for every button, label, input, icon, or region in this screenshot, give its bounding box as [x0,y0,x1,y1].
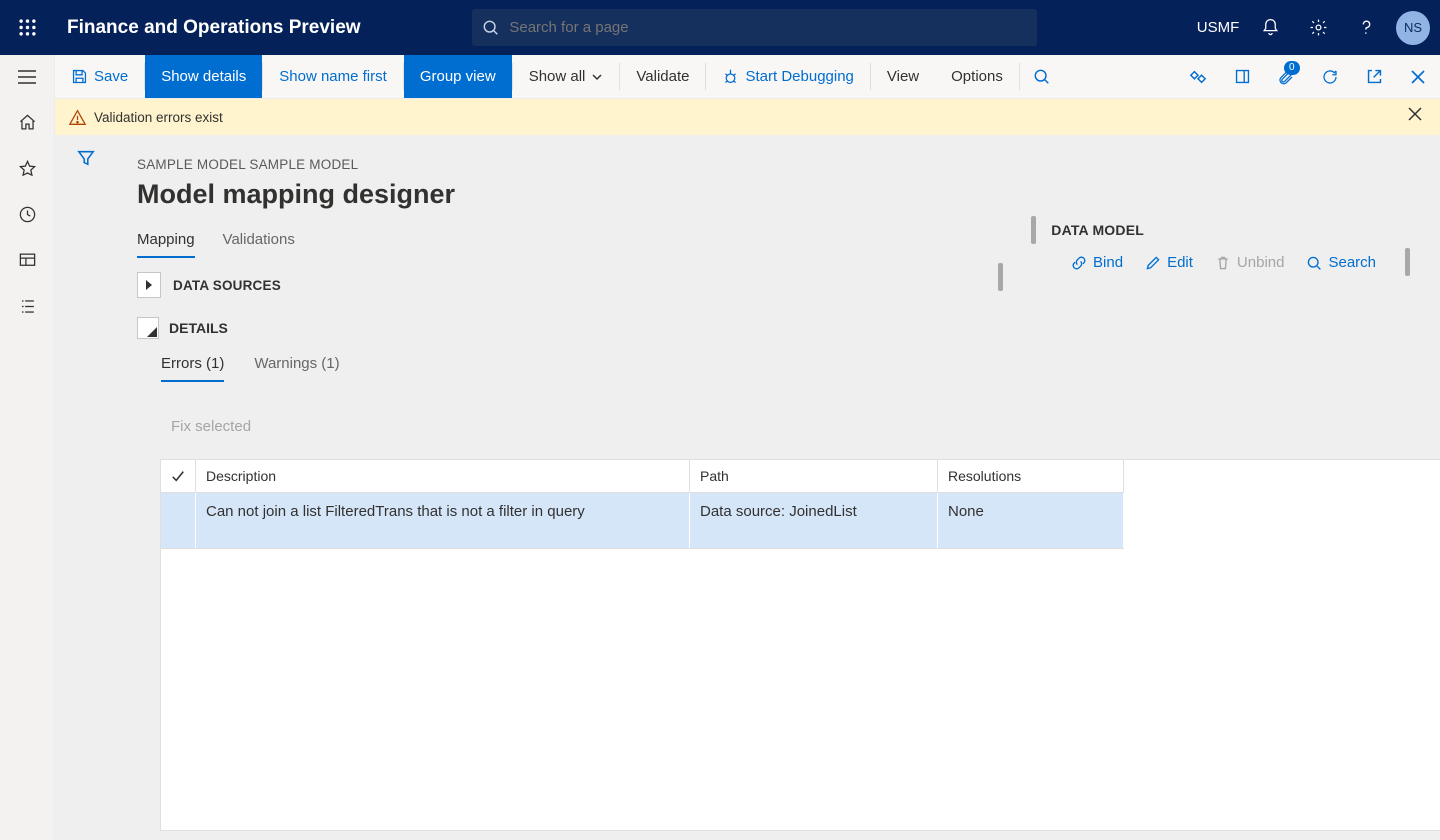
data-model-toolbar: Bind Edit Unbind Search [1071,254,1376,271]
details-tabs: Errors (1) Warnings (1) [161,355,340,382]
expand-data-sources-icon[interactable] [137,272,161,298]
chevron-down-icon [591,71,603,83]
splitter-handle-left[interactable] [998,263,1003,291]
cell-description: Can not join a list FilteredTrans that i… [196,493,690,549]
data-sources-label: DATA SOURCES [173,278,281,293]
show-all-label: Show all [529,68,586,85]
search-icon [1306,255,1322,271]
save-label: Save [94,68,128,85]
show-details-button[interactable]: Show details [145,55,262,98]
row-checkbox[interactable] [161,493,196,549]
search-toolbar-icon[interactable] [1020,55,1064,98]
close-toolbar-icon[interactable] [1396,55,1440,98]
show-all-button[interactable]: Show all [513,55,620,98]
debug-icon [722,68,739,85]
tab-validations[interactable]: Validations [223,231,295,258]
filter-icon[interactable] [77,149,95,167]
recent-icon[interactable] [0,191,55,237]
attachments-icon[interactable]: 0 [1264,55,1308,98]
tab-errors[interactable]: Errors (1) [161,355,224,382]
pane-icon[interactable] [1220,55,1264,98]
main-tabs: Mapping Validations [137,231,295,258]
datamodel-search-button[interactable]: Search [1306,254,1376,271]
splitter-handle-top[interactable] [1031,216,1036,244]
company-selector[interactable]: USMF [1194,0,1242,55]
user-avatar[interactable]: NS [1396,11,1430,45]
top-nav: Finance and Operations Preview USMF NS [0,0,1440,55]
attachments-count: 0 [1284,61,1300,75]
view-menu[interactable]: View [871,55,935,98]
warning-text: Validation errors exist [94,110,223,125]
modules-icon[interactable] [0,283,55,329]
validate-button[interactable]: Validate [620,55,705,98]
data-model-title: DATA MODEL [1051,222,1144,238]
data-sources-section: DATA SOURCES [137,272,281,298]
nav-toggle-icon[interactable] [0,55,55,99]
validation-warning-bar: Validation errors exist [55,99,1440,135]
page-title: Model mapping designer [137,179,455,210]
search-icon [472,19,509,36]
popout-icon[interactable] [1352,55,1396,98]
settings-icon[interactable] [1294,0,1342,55]
app-launcher-icon[interactable] [0,0,55,55]
action-toolbar: Save Show details Show name first Group … [55,55,1440,99]
global-search[interactable] [472,9,1037,46]
options-menu[interactable]: Options [935,55,1019,98]
tab-mapping[interactable]: Mapping [137,231,195,258]
tab-warnings[interactable]: Warnings (1) [254,355,339,382]
warning-triangle-icon [69,109,86,126]
details-label: DETAILS [169,320,228,336]
collapse-details-icon[interactable] [137,317,159,339]
errors-table: Description Path Resolutions Can not joi… [160,459,1440,831]
dual-diamond-icon[interactable] [1176,55,1220,98]
start-debugging-button[interactable]: Start Debugging [706,55,869,98]
select-all-checkbox[interactable] [161,460,196,493]
start-debugging-label: Start Debugging [745,68,853,85]
link-icon [1071,255,1087,271]
unbind-button: Unbind [1215,254,1285,271]
help-icon[interactable] [1342,0,1390,55]
cell-path: Data source: JoinedList [690,493,938,549]
col-resolutions[interactable]: Resolutions [938,460,1124,493]
left-rail [0,55,55,840]
workspaces-icon[interactable] [0,237,55,283]
table-header-row: Description Path Resolutions [161,460,1124,493]
fix-selected-button[interactable]: Fix selected [171,418,251,435]
cell-resolutions: None [938,493,1124,549]
details-section: DETAILS [137,317,228,339]
col-path[interactable]: Path [690,460,938,493]
breadcrumb: SAMPLE MODEL SAMPLE MODEL [137,157,358,172]
app-title: Finance and Operations Preview [67,17,361,39]
refresh-icon[interactable] [1308,55,1352,98]
save-button[interactable]: Save [55,55,144,98]
pencil-icon [1145,255,1161,271]
edit-button[interactable]: Edit [1145,254,1193,271]
col-description[interactable]: Description [196,460,690,493]
bind-button[interactable]: Bind [1071,254,1123,271]
group-view-button[interactable]: Group view [404,55,512,98]
notifications-icon[interactable] [1246,0,1294,55]
table-row[interactable]: Can not join a list FilteredTrans that i… [161,493,1124,549]
search-input[interactable] [509,19,1037,36]
splitter-handle-right[interactable] [1405,248,1410,276]
favorites-icon[interactable] [0,145,55,191]
show-name-first-button[interactable]: Show name first [263,55,403,98]
home-icon[interactable] [0,99,55,145]
close-warning-icon[interactable] [1408,107,1430,121]
trash-icon [1215,255,1231,271]
content-area: SAMPLE MODEL SAMPLE MODEL Model mapping … [55,135,1440,840]
